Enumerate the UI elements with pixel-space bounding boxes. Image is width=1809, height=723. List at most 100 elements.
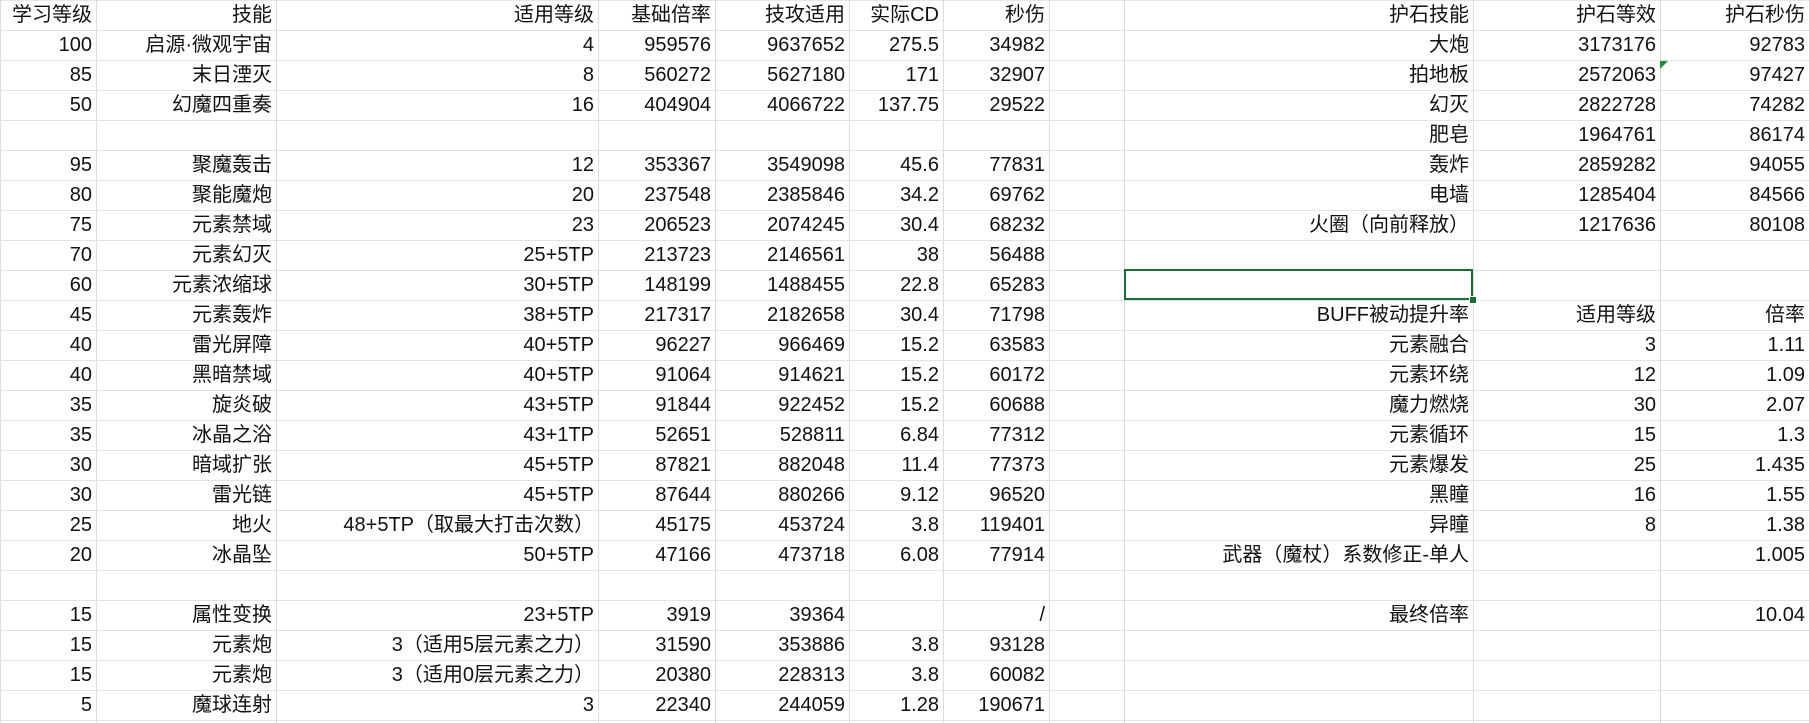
left-data-cell[interactable]: 914621 (715, 360, 849, 390)
left-data-cell[interactable]: 100 (0, 30, 96, 60)
left-header-cell[interactable]: 技攻适用 (715, 0, 849, 30)
left-data-cell[interactable]: 3549098 (715, 150, 849, 180)
left-data-cell[interactable]: 9.12 (849, 480, 943, 510)
left-data-cell[interactable]: 959576 (598, 30, 715, 60)
left-data-cell[interactable] (849, 600, 943, 630)
left-data-cell[interactable] (96, 120, 276, 150)
left-header-cell[interactable]: 实际CD (849, 0, 943, 30)
left-data-cell[interactable]: 黑暗禁域 (96, 360, 276, 390)
left-data-cell[interactable]: 25+5TP (276, 240, 598, 270)
buff-header-cell[interactable]: 倍率 (1660, 300, 1809, 330)
left-data-cell[interactable]: 922452 (715, 390, 849, 420)
buff-data-cell[interactable]: 武器（魔杖）系数修正-单人 (1124, 540, 1473, 570)
left-data-cell[interactable]: 47166 (598, 540, 715, 570)
left-data-cell[interactable]: 38+5TP (276, 300, 598, 330)
buff-data-cell[interactable] (1473, 540, 1660, 570)
left-header-cell[interactable]: 适用等级 (276, 0, 598, 30)
left-data-cell[interactable]: 15 (0, 660, 96, 690)
left-data-cell[interactable]: 40 (0, 330, 96, 360)
buff-data-cell[interactable]: 1.09 (1660, 360, 1809, 390)
left-data-cell[interactable]: 魔球连射 (96, 690, 276, 720)
left-header-cell[interactable]: 秒伤 (943, 0, 1049, 30)
left-data-cell[interactable]: 60082 (943, 660, 1049, 690)
left-data-cell[interactable]: 2146561 (715, 240, 849, 270)
selected-cell-border[interactable] (1124, 269, 1473, 300)
right-data-cell[interactable]: 1285404 (1473, 180, 1660, 210)
left-data-cell[interactable]: 77373 (943, 450, 1049, 480)
left-data-cell[interactable]: 43+1TP (276, 420, 598, 450)
left-data-cell[interactable]: 45.6 (849, 150, 943, 180)
left-data-cell[interactable]: 元素幻灭 (96, 240, 276, 270)
right-data-cell[interactable]: 1964761 (1473, 120, 1660, 150)
left-data-cell[interactable]: 119401 (943, 510, 1049, 540)
buff-data-cell[interactable]: 元素爆发 (1124, 450, 1473, 480)
left-data-cell[interactable]: 93128 (943, 630, 1049, 660)
left-data-cell[interactable]: 冰晶之浴 (96, 420, 276, 450)
left-data-cell[interactable]: 15.2 (849, 390, 943, 420)
left-data-cell[interactable]: 528811 (715, 420, 849, 450)
buff-data-cell[interactable]: 1.435 (1660, 450, 1809, 480)
right-data-cell[interactable]: 84566 (1660, 180, 1809, 210)
left-data-cell[interactable]: 52651 (598, 420, 715, 450)
left-data-cell[interactable]: 3 (276, 690, 598, 720)
left-data-cell[interactable]: 453724 (715, 510, 849, 540)
left-data-cell[interactable]: 75 (0, 210, 96, 240)
left-data-cell[interactable]: 2074245 (715, 210, 849, 240)
left-data-cell[interactable]: 5627180 (715, 60, 849, 90)
buff-data-cell[interactable]: 3 (1473, 330, 1660, 360)
buff-data-cell[interactable]: 魔力燃烧 (1124, 390, 1473, 420)
buff-data-cell[interactable]: 12 (1473, 360, 1660, 390)
buff-data-cell[interactable]: 异瞳 (1124, 510, 1473, 540)
left-data-cell[interactable]: 966469 (715, 330, 849, 360)
left-data-cell[interactable]: 雷光屏障 (96, 330, 276, 360)
left-data-cell[interactable]: 206523 (598, 210, 715, 240)
left-header-cell[interactable]: 技能 (96, 0, 276, 30)
right-data-cell[interactable]: 97427 (1660, 60, 1809, 90)
left-data-cell[interactable]: 63583 (943, 330, 1049, 360)
left-data-cell[interactable] (943, 120, 1049, 150)
left-data-cell[interactable]: 元素禁域 (96, 210, 276, 240)
left-data-cell[interactable]: 56488 (943, 240, 1049, 270)
buff-data-cell[interactable]: 1.005 (1660, 540, 1809, 570)
buff-header-cell[interactable]: BUFF被动提升率 (1124, 300, 1473, 330)
left-data-cell[interactable]: 地火 (96, 510, 276, 540)
left-data-cell[interactable]: 旋炎破 (96, 390, 276, 420)
left-data-cell[interactable]: 244059 (715, 690, 849, 720)
left-data-cell[interactable]: 15 (0, 600, 96, 630)
left-data-cell[interactable]: 148199 (598, 270, 715, 300)
left-data-cell[interactable]: 3（适用5层元素之力） (276, 630, 598, 660)
left-data-cell[interactable]: 213723 (598, 240, 715, 270)
fill-handle[interactable] (1469, 296, 1477, 304)
left-data-cell[interactable]: 275.5 (849, 30, 943, 60)
buff-data-cell[interactable]: 元素融合 (1124, 330, 1473, 360)
left-data-cell[interactable]: 77312 (943, 420, 1049, 450)
left-data-cell[interactable]: 30+5TP (276, 270, 598, 300)
right-data-cell[interactable]: 2859282 (1473, 150, 1660, 180)
left-data-cell[interactable]: 137.75 (849, 90, 943, 120)
left-data-cell[interactable] (849, 120, 943, 150)
left-data-cell[interactable]: 40+5TP (276, 330, 598, 360)
left-header-cell[interactable]: 基础倍率 (598, 0, 715, 30)
left-data-cell[interactable]: 39364 (715, 600, 849, 630)
left-data-cell[interactable]: 60 (0, 270, 96, 300)
left-data-cell[interactable] (0, 570, 96, 600)
left-data-cell[interactable]: 幻魔四重奏 (96, 90, 276, 120)
left-data-cell[interactable]: 5 (0, 690, 96, 720)
right-data-cell[interactable]: 电墙 (1124, 180, 1473, 210)
left-data-cell[interactable]: 3（适用0层元素之力） (276, 660, 598, 690)
left-data-cell[interactable]: 87821 (598, 450, 715, 480)
left-data-cell[interactable]: 2182658 (715, 300, 849, 330)
left-data-cell[interactable]: 元素浓缩球 (96, 270, 276, 300)
left-data-cell[interactable]: 30 (0, 450, 96, 480)
left-data-cell[interactable]: 20 (276, 180, 598, 210)
left-data-cell[interactable]: 22.8 (849, 270, 943, 300)
left-data-cell[interactable]: 22340 (598, 690, 715, 720)
left-data-cell[interactable]: 353367 (598, 150, 715, 180)
left-data-cell[interactable]: 560272 (598, 60, 715, 90)
left-data-cell[interactable]: 3.8 (849, 510, 943, 540)
left-data-cell[interactable]: 20 (0, 540, 96, 570)
left-data-cell[interactable]: 9637652 (715, 30, 849, 60)
left-data-cell[interactable]: 45 (0, 300, 96, 330)
left-data-cell[interactable]: 3.8 (849, 630, 943, 660)
right-data-cell[interactable]: 2572063 (1473, 60, 1660, 90)
